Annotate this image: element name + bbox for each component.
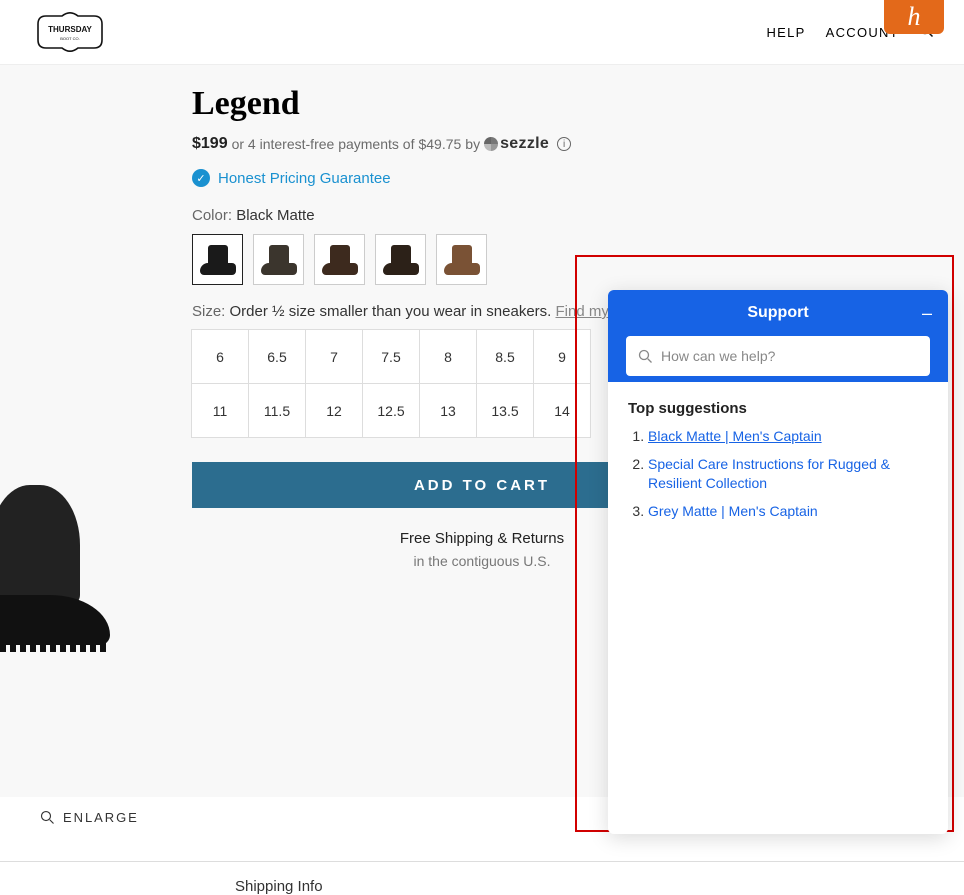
shipping-info-tab[interactable]: Shipping Info: [0, 861, 964, 895]
color-row: Color: Black Matte: [192, 207, 792, 224]
pay-later-by: by: [465, 136, 480, 152]
product-title: Legend: [192, 85, 792, 123]
sezzle-logo[interactable]: sezzle: [484, 135, 549, 153]
price-row: $199 or 4 interest-free payments of $49.…: [192, 135, 792, 153]
swatch-espresso[interactable]: [375, 234, 426, 285]
svg-text:BOOT CO.: BOOT CO.: [60, 36, 79, 41]
size-option[interactable]: 8: [419, 329, 477, 384]
swatch-black-matte[interactable]: [192, 234, 243, 285]
list-item: Black Matte | Men's Captain: [648, 427, 928, 447]
support-header: Support –: [608, 290, 948, 382]
top-suggestions-label: Top suggestions: [628, 400, 928, 417]
check-icon: ✓: [192, 169, 210, 187]
size-option[interactable]: 9: [533, 329, 591, 384]
site-header: THURSDAY BOOT CO. HELP ACCOUNT: [0, 0, 964, 64]
search-icon: [638, 349, 653, 364]
minimize-icon[interactable]: –: [922, 304, 932, 322]
size-option[interactable]: 14: [533, 383, 591, 438]
swatch-tan[interactable]: [436, 234, 487, 285]
list-item: Special Care Instructions for Rugged & R…: [648, 455, 928, 494]
size-option[interactable]: 11: [191, 383, 249, 438]
svg-text:THURSDAY: THURSDAY: [48, 25, 92, 34]
color-value: Black Matte: [236, 207, 314, 224]
size-option[interactable]: 6.5: [248, 329, 306, 384]
sezzle-text: sezzle: [500, 135, 549, 153]
size-option[interactable]: 13: [419, 383, 477, 438]
honest-pricing[interactable]: ✓ Honest Pricing Guarantee: [192, 169, 792, 187]
enlarge-label: ENLARGE: [63, 810, 139, 825]
size-option[interactable]: 8.5: [476, 329, 534, 384]
support-search-input[interactable]: [661, 348, 918, 364]
pay-later-prefix: or 4 interest-free payments of: [232, 136, 415, 152]
swatch-dark-olive[interactable]: [253, 234, 304, 285]
sezzle-swirl-icon: [484, 137, 498, 151]
size-option[interactable]: 13.5: [476, 383, 534, 438]
pay-later-amount: $49.75: [418, 136, 461, 152]
list-item: Grey Matte | Men's Captain: [648, 502, 928, 522]
product-image: [0, 485, 115, 675]
nav-help[interactable]: HELP: [766, 25, 805, 40]
support-widget: Support – Top suggestions Black Matte | …: [608, 290, 948, 834]
info-icon[interactable]: i: [557, 137, 571, 151]
size-hint: Order ½ size smaller than you wear in sn…: [230, 303, 556, 320]
size-label: Size:: [192, 303, 230, 320]
logo[interactable]: THURSDAY BOOT CO.: [30, 7, 110, 57]
honey-badge[interactable]: h: [884, 0, 944, 34]
size-option[interactable]: 6: [191, 329, 249, 384]
support-search[interactable]: [626, 336, 930, 376]
suggestion-list: Black Matte | Men's Captain Special Care…: [628, 427, 928, 521]
color-label: Color:: [192, 207, 236, 224]
size-option[interactable]: 12: [305, 383, 363, 438]
price: $199: [192, 135, 228, 153]
suggestion-link[interactable]: Black Matte | Men's Captain: [648, 428, 822, 444]
size-option[interactable]: 7: [305, 329, 363, 384]
size-option[interactable]: 12.5: [362, 383, 420, 438]
suggestion-link[interactable]: Special Care Instructions for Rugged & R…: [648, 456, 890, 492]
support-body: Top suggestions Black Matte | Men's Capt…: [608, 382, 948, 547]
swatch-dark-brown[interactable]: [314, 234, 365, 285]
size-option[interactable]: 7.5: [362, 329, 420, 384]
suggestion-link[interactable]: Grey Matte | Men's Captain: [648, 503, 818, 519]
enlarge-button[interactable]: ENLARGE: [40, 810, 139, 825]
honest-link[interactable]: Honest Pricing Guarantee: [218, 170, 391, 187]
color-swatches: [192, 234, 792, 285]
size-option[interactable]: 11.5: [248, 383, 306, 438]
support-title: Support: [626, 304, 930, 322]
